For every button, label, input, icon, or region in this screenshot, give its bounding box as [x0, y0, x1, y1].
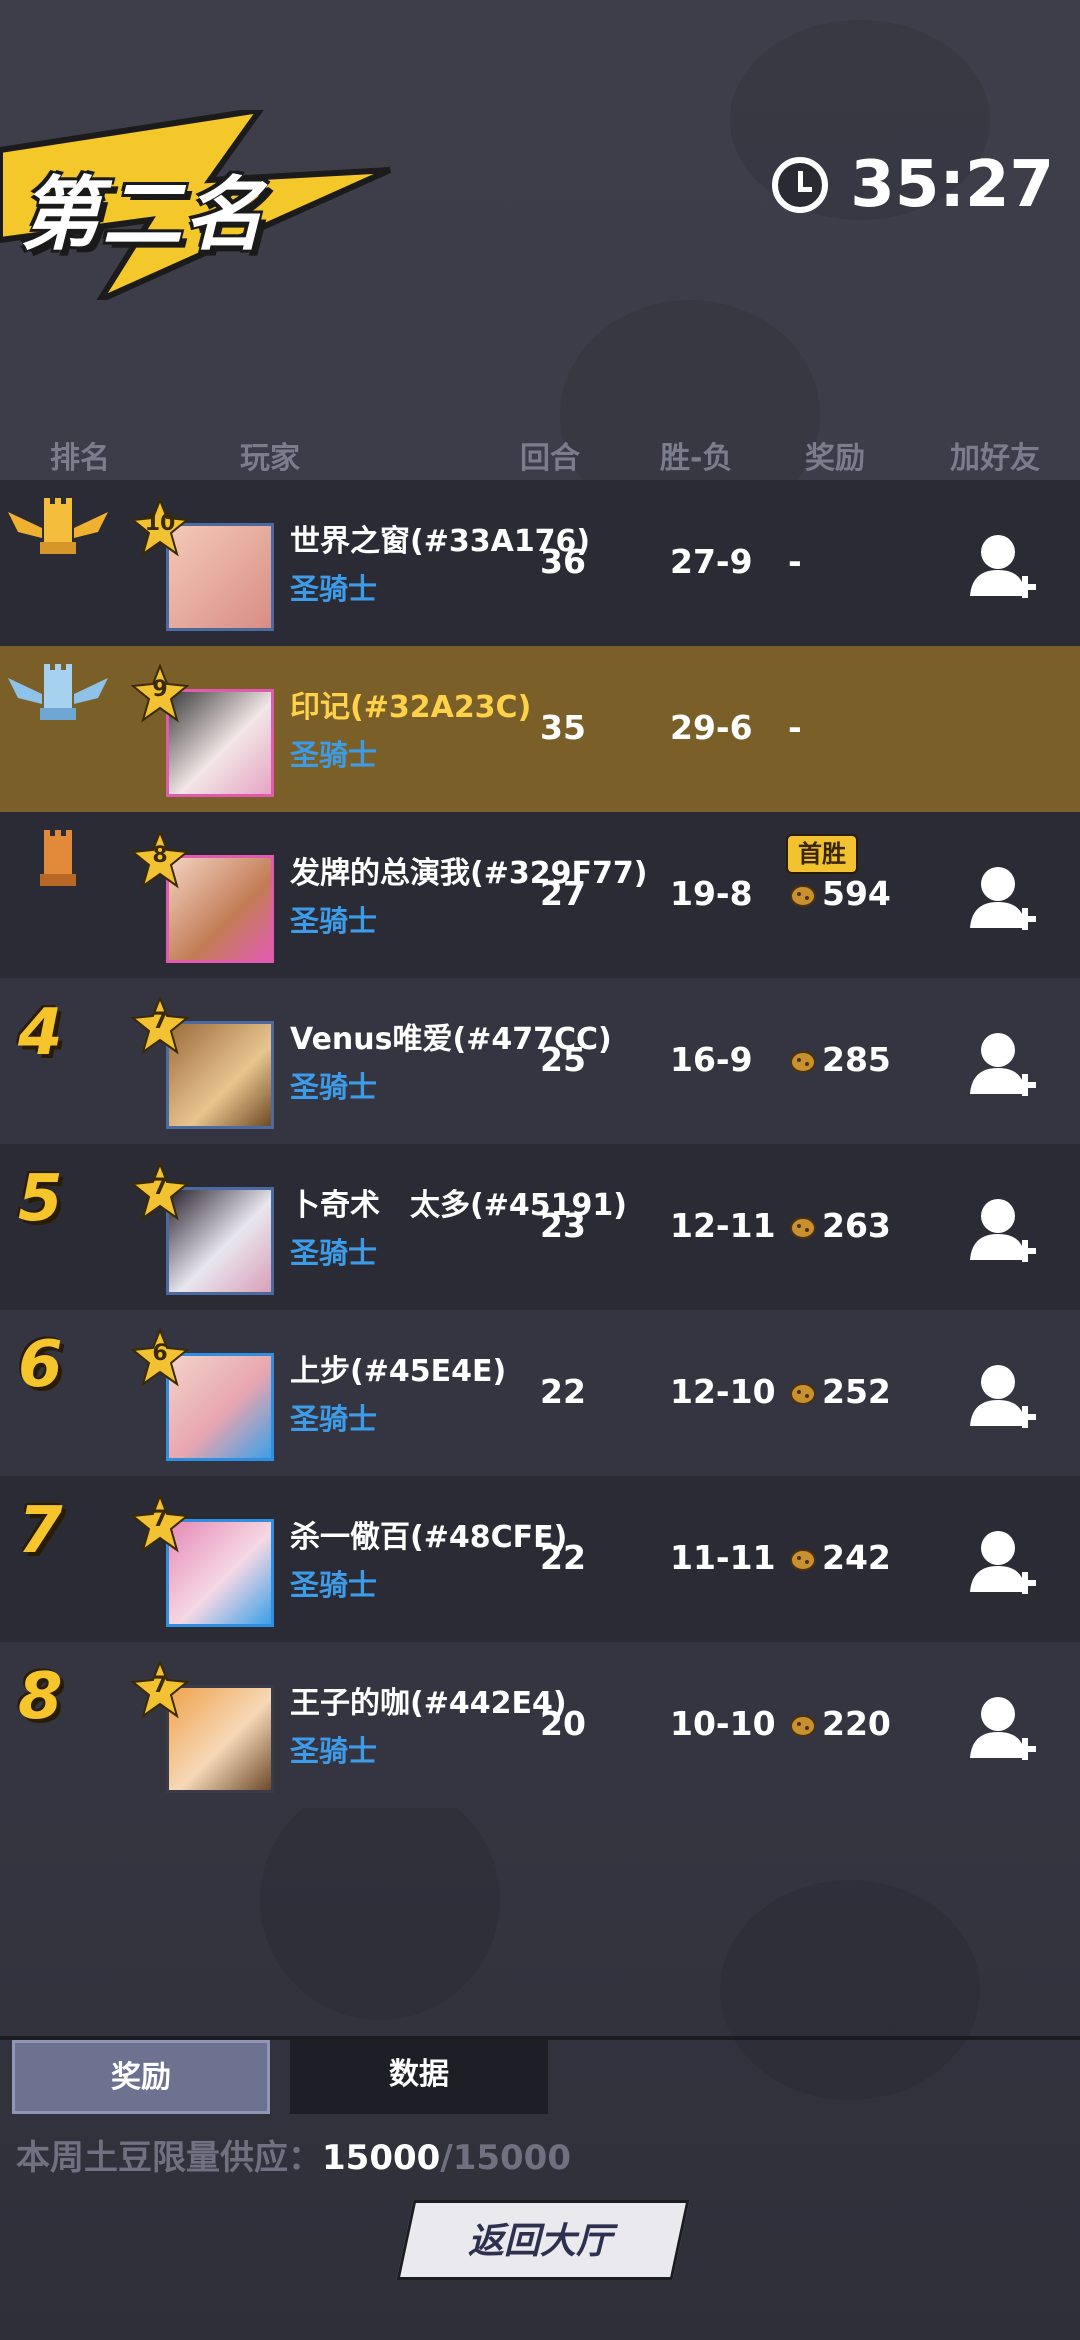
gold-trophy-icon — [8, 498, 108, 554]
player-class: 圣骑士 — [290, 1734, 378, 1768]
weekly-supply: 本周土豆限量供应：15000/15000 — [16, 2130, 571, 2179]
rounds-value: 23 — [540, 1206, 586, 1245]
level-value: 7 — [152, 1009, 168, 1034]
player-class: 圣骑士 — [290, 904, 378, 938]
placement-title: 第二名 — [20, 168, 266, 261]
win-loss-value: 10-10 — [670, 1704, 776, 1743]
player-name: 王子的咖(#442E4) — [290, 1686, 567, 1721]
player-name: 印记(#32A23C) — [290, 690, 532, 725]
back-to-lobby-label[interactable]: 返回大厅 — [405, 2212, 675, 2264]
rounds-value: 35 — [540, 708, 586, 747]
supply-max: /15000 — [440, 2138, 572, 2178]
background-decoration — [720, 1880, 980, 2100]
win-loss-value: 19-8 — [670, 874, 753, 913]
add-friend-button[interactable] — [968, 1362, 1038, 1434]
player-class: 圣骑士 — [290, 738, 378, 772]
bronze-trophy-icon — [40, 830, 76, 886]
player-name: 杀一儆百(#48CFE) — [290, 1520, 568, 1555]
level-value: 7 — [152, 1673, 168, 1698]
ranking-row-self: 9 印记(#32A23C) 圣骑士 35 29-6 - — [0, 646, 1080, 812]
rounds-value: 20 — [540, 1704, 586, 1743]
ranking-row: 8 发牌的总演我(#329F77) 圣骑士 27 19-8 首胜 594 — [0, 812, 1080, 978]
ranking-row: 10 世界之窗(#33A176) 圣骑士 36 27-9 - — [0, 480, 1080, 646]
reward-value: - — [788, 708, 802, 747]
add-friend-button[interactable] — [968, 1694, 1038, 1766]
add-friend-button[interactable] — [968, 864, 1038, 936]
ranking-row: 5 7 卜奇术 太多(#45191) 圣骑士 23 12-11 263 — [0, 1144, 1080, 1310]
reward-value: 242 — [788, 1538, 891, 1577]
win-loss-value: 12-10 — [670, 1372, 776, 1411]
supply-label: 本周土豆限量供应： — [16, 2138, 322, 2178]
level-value: 7 — [152, 1175, 168, 1200]
header-rank: 排名 — [50, 441, 110, 476]
potato-icon — [790, 1050, 816, 1073]
rank-number: 5 — [18, 1162, 63, 1236]
clock-icon — [772, 157, 829, 213]
background-decoration — [260, 1780, 500, 2020]
header-rounds: 回合 — [520, 441, 580, 476]
potato-icon — [790, 1216, 816, 1239]
header-win-loss: 胜-负 — [660, 441, 733, 476]
level-value: 6 — [152, 1341, 168, 1366]
ranking-row: 6 6 上步(#45E4E) 圣骑士 22 12-10 252 — [0, 1310, 1080, 1476]
win-loss-value: 11-11 — [670, 1538, 776, 1577]
level-value: 9 — [152, 677, 168, 702]
rank-number: 7 — [18, 1494, 63, 1568]
ranking-row: 4 7 Venus唯爱(#477CC) 圣骑士 25 16-9 285 — [0, 978, 1080, 1144]
silver-trophy-icon — [8, 664, 108, 720]
supply-current: 15000 — [322, 2138, 441, 2178]
ranking-row: 7 7 杀一儆百(#48CFE) 圣骑士 22 11-11 242 — [0, 1476, 1080, 1642]
player-class: 圣骑士 — [290, 1070, 378, 1104]
header-add-friend: 加好友 — [950, 441, 1040, 476]
win-loss-value: 12-11 — [670, 1206, 776, 1245]
reward-value: - — [788, 542, 802, 581]
rank-number: 4 — [18, 996, 63, 1070]
add-friend-button[interactable] — [968, 1196, 1038, 1268]
reward-value: 263 — [788, 1206, 891, 1245]
reward-value: 252 — [788, 1372, 891, 1411]
win-loss-value: 16-9 — [670, 1040, 753, 1079]
level-value: 8 — [152, 843, 168, 868]
potato-icon — [790, 1548, 816, 1571]
rounds-value: 22 — [540, 1538, 586, 1577]
rounds-value: 27 — [540, 874, 586, 913]
rank-number: 6 — [18, 1328, 63, 1402]
add-friend-button[interactable] — [968, 1030, 1038, 1102]
timer-value: 35:27 — [850, 148, 1054, 222]
player-name: 上步(#45E4E) — [290, 1354, 507, 1389]
reward-value: 594 — [788, 874, 891, 913]
tab-stats[interactable]: 数据 — [290, 2040, 548, 2114]
add-friend-button[interactable] — [968, 532, 1038, 604]
first-win-badge: 首胜 — [786, 834, 858, 874]
header-player: 玩家 — [240, 441, 300, 476]
rounds-value: 36 — [540, 542, 586, 581]
reward-value: 285 — [788, 1040, 891, 1079]
player-class: 圣骑士 — [290, 572, 378, 606]
potato-icon — [790, 1382, 816, 1405]
tab-rewards[interactable]: 奖励 — [12, 2040, 270, 2114]
reward-value: 220 — [788, 1704, 891, 1743]
player-class: 圣骑士 — [290, 1236, 378, 1270]
rounds-value: 22 — [540, 1372, 586, 1411]
player-class: 圣骑士 — [290, 1402, 378, 1436]
level-value: 10 — [144, 511, 176, 536]
ranking-row: 8 7 王子的咖(#442E4) 圣骑士 20 10-10 220 — [0, 1642, 1080, 1808]
header-reward: 奖励 — [805, 441, 865, 476]
rounds-value: 25 — [540, 1040, 586, 1079]
add-friend-button[interactable] — [968, 1528, 1038, 1600]
level-value: 7 — [152, 1507, 168, 1532]
potato-icon — [790, 884, 816, 907]
player-class: 圣骑士 — [290, 1568, 378, 1602]
rank-number: 8 — [18, 1660, 63, 1734]
potato-icon — [790, 1714, 816, 1737]
win-loss-value: 27-9 — [670, 542, 753, 581]
countdown-timer: 35:27 — [772, 148, 1054, 222]
player-name: 发牌的总演我(#329F77) — [290, 856, 648, 891]
win-loss-value: 29-6 — [670, 708, 753, 747]
